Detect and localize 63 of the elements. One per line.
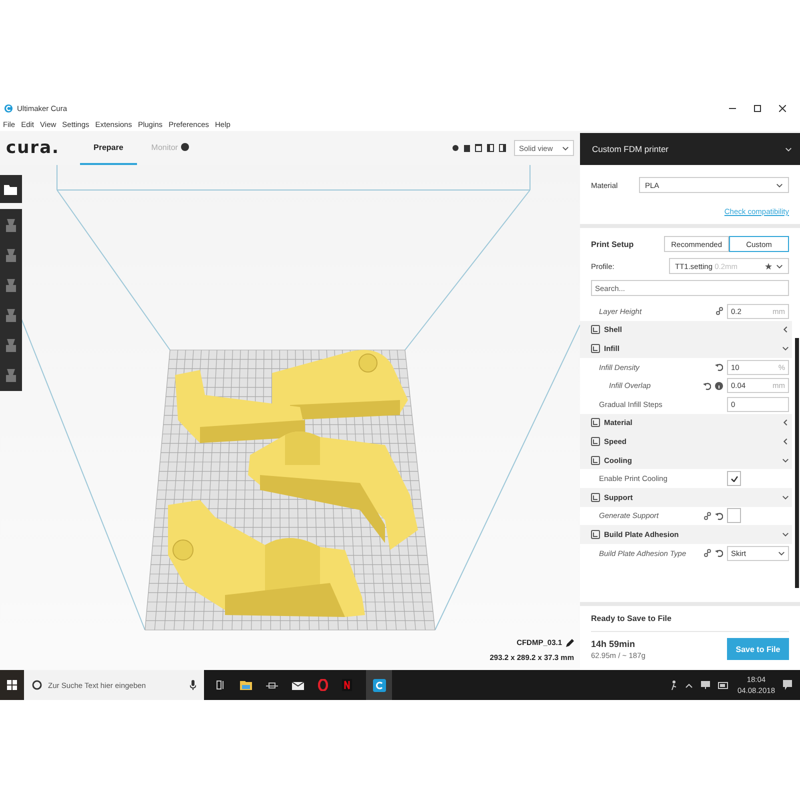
reset-icon[interactable] [703,382,711,390]
chevron-icon [782,494,789,501]
close-icon[interactable] [779,105,786,112]
streaming-app-icon[interactable] [342,679,352,691]
checkmark-icon [730,476,738,482]
chevron-icon [782,344,789,352]
category-icon [591,530,600,539]
caret-icon [778,550,785,557]
setting-checkbox[interactable] [727,508,741,524]
chevron-icon [782,438,789,445]
status-text: Ready to Save to File [591,614,672,623]
open-file-button[interactable] [0,175,22,203]
chevron-icon [782,419,789,426]
mail-icon[interactable] [292,680,304,690]
view-front-icon[interactable] [464,144,470,152]
reset-icon[interactable] [715,549,723,558]
start-button[interactable] [0,670,24,700]
view-top-icon[interactable] [475,144,482,152]
category-icon [591,344,600,353]
maximize-icon[interactable] [754,105,761,112]
category-icon [591,492,600,502]
app-logo-icon [372,678,386,692]
printer-selector[interactable]: Custom FDM printer [580,133,800,165]
chevron-up-icon[interactable] [685,682,694,688]
reset-icon[interactable] [715,363,723,372]
browser-icon[interactable] [318,679,328,691]
task-view-icon[interactable] [216,680,226,690]
caret-icon [776,182,783,188]
folder-icon[interactable] [240,680,252,690]
cura-taskbar-button[interactable] [366,670,392,700]
app-logo-icon [4,104,13,113]
folder-icon [4,184,18,194]
view-left-icon[interactable] [487,144,494,152]
reset-icon[interactable] [715,512,723,520]
view-3d-icon[interactable] [452,144,459,152]
battery-icon[interactable] [718,682,730,688]
windows-logo-icon [7,680,17,690]
person-icon[interactable] [669,680,678,690]
microphone-icon[interactable] [190,680,196,690]
cortana-icon [32,680,42,690]
category-icon [591,325,600,334]
scrollbar[interactable] [795,338,799,588]
chevron-icon [782,326,789,334]
chevron-icon [782,530,789,538]
printer-status-icon [180,143,189,151]
category-icon [591,456,600,465]
print-setup-title: Print Setup [591,240,634,248]
star-icon [765,262,772,270]
chevron-icon [782,456,789,464]
print-time: 14h 59min [591,638,636,648]
caret-icon [562,144,569,152]
caret-icon [785,146,792,152]
setting-checkbox[interactable] [727,471,741,486]
view-right-icon[interactable] [499,144,506,152]
pencil-icon[interactable] [566,638,574,646]
cura-logo: cura. [5,137,60,160]
network-icon[interactable] [701,681,710,689]
app-icon[interactable] [266,680,278,690]
category-icon [591,418,600,428]
notification-icon[interactable] [783,680,792,690]
caret-icon [776,262,783,270]
category-icon [591,436,600,446]
minimize-icon[interactable] [729,105,736,112]
